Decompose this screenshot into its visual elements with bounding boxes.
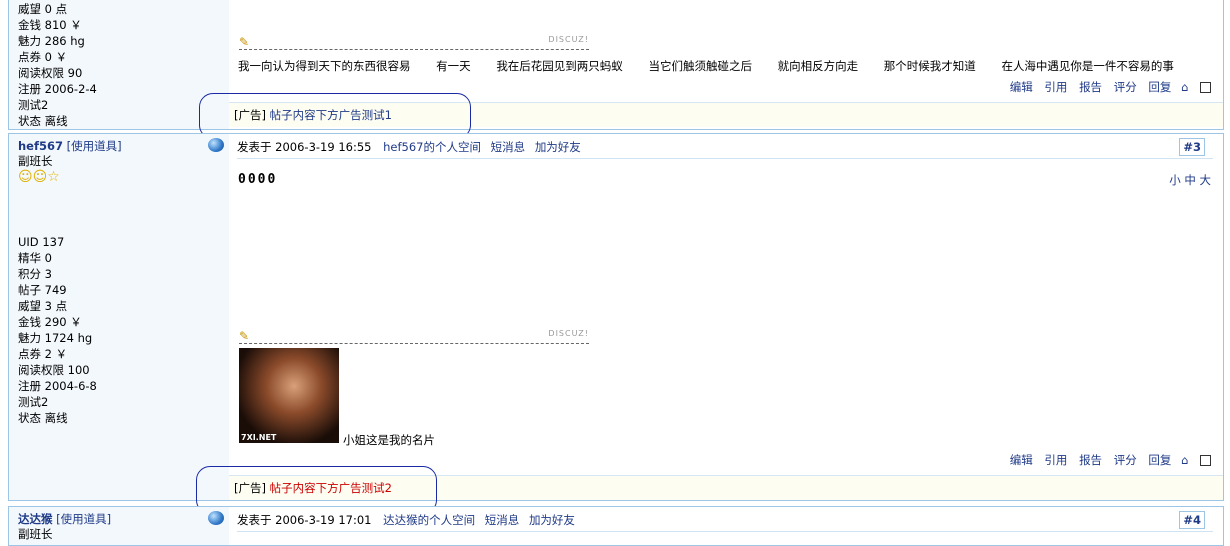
select-checkbox[interactable] [1200,455,1211,466]
post-2-sidebar: hef567 [使用道具] 副班长 ☺☺☆ UID 137 精华 0 积分 3 … [9,134,229,500]
reply-link[interactable]: 回复 [1148,80,1171,94]
online-globe-icon [208,138,224,152]
user-stat: 点券 2 ￥ [18,347,68,361]
user-stat: 魅力 1724 hg [18,331,93,345]
user-stat: 威望 3 点 [18,299,68,313]
signature-line: 我在后花园见到两只蚂蚁 [496,59,623,73]
edit-link[interactable]: 编辑 [1010,80,1033,94]
post-header: 发表于 2006-3-19 16:55 hef567的个人空间 短消息 加为好友… [237,136,1213,159]
signature-text: 我一向认为得到天下的东西很容易 有一天 我在后花园见到两只蚂蚁 当它们触须触碰之… [238,58,1174,74]
signature-photo: 7XI.NET [239,348,339,443]
user-stat: 状态 离线 [18,114,68,128]
pm-link[interactable]: 短消息 [485,513,520,527]
user-stat: 阅读权限 90 [18,66,83,80]
rank-stars: ☺☺☆ [18,169,60,185]
personal-space-link[interactable]: 达达猴的个人空间 [383,513,475,527]
use-tools-link[interactable]: [使用道具] [56,512,111,526]
user-stat: 帖子 749 [18,283,67,297]
signature-line: 我一向认为得到天下的东西很容易 [238,59,411,73]
user-stat: 积分 3 [18,267,52,281]
post-2-main: 发表于 2006-3-19 16:55 hef567的个人空间 短消息 加为好友… [229,134,1223,500]
font-medium-link[interactable]: 中 [1184,173,1196,187]
post-time: 发表于 2006-3-19 17:01 [237,513,372,527]
post-2: hef567 [使用道具] 副班长 ☺☺☆ UID 137 精华 0 积分 3 … [8,133,1224,501]
floor-number[interactable]: #3 [1179,138,1205,156]
pm-link[interactable]: 短消息 [491,140,526,154]
signature-line: 有一天 [436,59,471,73]
user-stat: 注册 2004-6-8 [18,379,97,393]
post-actions: 编辑 引用 报告 评分 回复 ⌂ [1002,79,1211,95]
post-3-main: 发表于 2006-3-19 17:01 达达猴的个人空间 短消息 加为好友 #4 [229,507,1223,545]
quote-link[interactable]: 引用 [1044,453,1067,467]
add-friend-link[interactable]: 加为好友 [529,513,575,527]
user-stat: 精华 0 [18,251,52,265]
post-1: 威望 0 点 金钱 810 ￥ 魅力 286 hg 点券 0 ￥ 阅读权限 90… [8,0,1224,130]
signature-caption: 小姐这是我的名片 [343,433,435,447]
edit-link[interactable]: 编辑 [1010,453,1033,467]
post-time: 发表于 2006-3-19 16:55 [237,140,372,154]
rate-link[interactable]: 评分 [1114,80,1137,94]
post-3: 达达猴 [使用道具] 副班长 发表于 2006-3-19 17:01 达达猴的个… [8,506,1224,546]
reply-link[interactable]: 回复 [1148,453,1171,467]
rate-link[interactable]: 评分 [1114,453,1137,467]
floor-number[interactable]: #4 [1179,511,1205,529]
quote-link[interactable]: 引用 [1044,80,1067,94]
user-rank: 副班长 [18,527,53,541]
user-stat: 魅力 286 hg [18,34,85,48]
signature-line: 那个时候我才知道 [883,59,976,73]
post-1-sidebar: 威望 0 点 金钱 810 ￥ 魅力 286 hg 点券 0 ￥ 阅读权限 90… [9,0,229,129]
post-3-sidebar: 达达猴 [使用道具] 副班长 [9,507,229,545]
post-content: 0000 [238,172,278,187]
user-stat: 阅读权限 100 [18,363,90,377]
user-stat: 金钱 810 ￥ [18,18,82,32]
user-stat: 测试2 [18,395,49,409]
user-stat: UID 137 [18,235,65,249]
online-globe-icon [208,511,224,525]
signature-line: 就向相反方向走 [777,59,859,73]
report-link[interactable]: 报告 [1079,453,1102,467]
signature-divider: ✎ DISCUZ! [239,329,589,344]
pencil-icon: ✎ [239,35,250,49]
discuz-watermark: DISCUZ! [548,329,589,338]
font-size-controls: 小 中 大 [1169,172,1211,188]
username[interactable]: hef567 [18,139,63,153]
user-stat: 测试2 [18,98,49,112]
signature-line: 在人海中遇见你是一件不容易的事 [1001,59,1174,73]
post-header: 发表于 2006-3-19 17:01 达达猴的个人空间 短消息 加为好友 #4 [237,509,1213,532]
signature-divider: ✎ DISCUZ! [239,35,589,50]
username[interactable]: 达达猴 [18,512,53,526]
font-small-link[interactable]: 小 [1169,173,1181,187]
use-tools-link[interactable]: [使用道具] [67,139,122,153]
smiley-icon: ☺ [32,169,48,185]
star-icon: ☆ [47,169,60,185]
add-friend-link[interactable]: 加为好友 [535,140,581,154]
user-rank: 副班长 [18,154,53,168]
user-stat: 状态 离线 [18,411,68,425]
report-link[interactable]: 报告 [1079,80,1102,94]
photo-text: 7XI.NET [241,433,277,442]
top-icon[interactable]: ⌂ [1181,80,1188,94]
user-stat: 金钱 290 ￥ [18,315,82,329]
signature-line: 当它们触须触碰之后 [648,59,752,73]
smiley-icon: ☺ [18,169,33,185]
discuz-watermark: DISCUZ! [548,35,589,44]
post-actions: 编辑 引用 报告 评分 回复 ⌂ [1002,452,1211,468]
top-icon[interactable]: ⌂ [1181,453,1188,467]
user-stat: 点券 0 ￥ [18,50,68,64]
personal-space-link[interactable]: hef567的个人空间 [383,140,481,154]
font-large-link[interactable]: 大 [1200,173,1212,187]
pencil-icon: ✎ [239,329,250,343]
user-stat: 威望 0 点 [18,2,68,16]
user-stat: 注册 2006-2-4 [18,82,97,96]
select-checkbox[interactable] [1200,82,1211,93]
